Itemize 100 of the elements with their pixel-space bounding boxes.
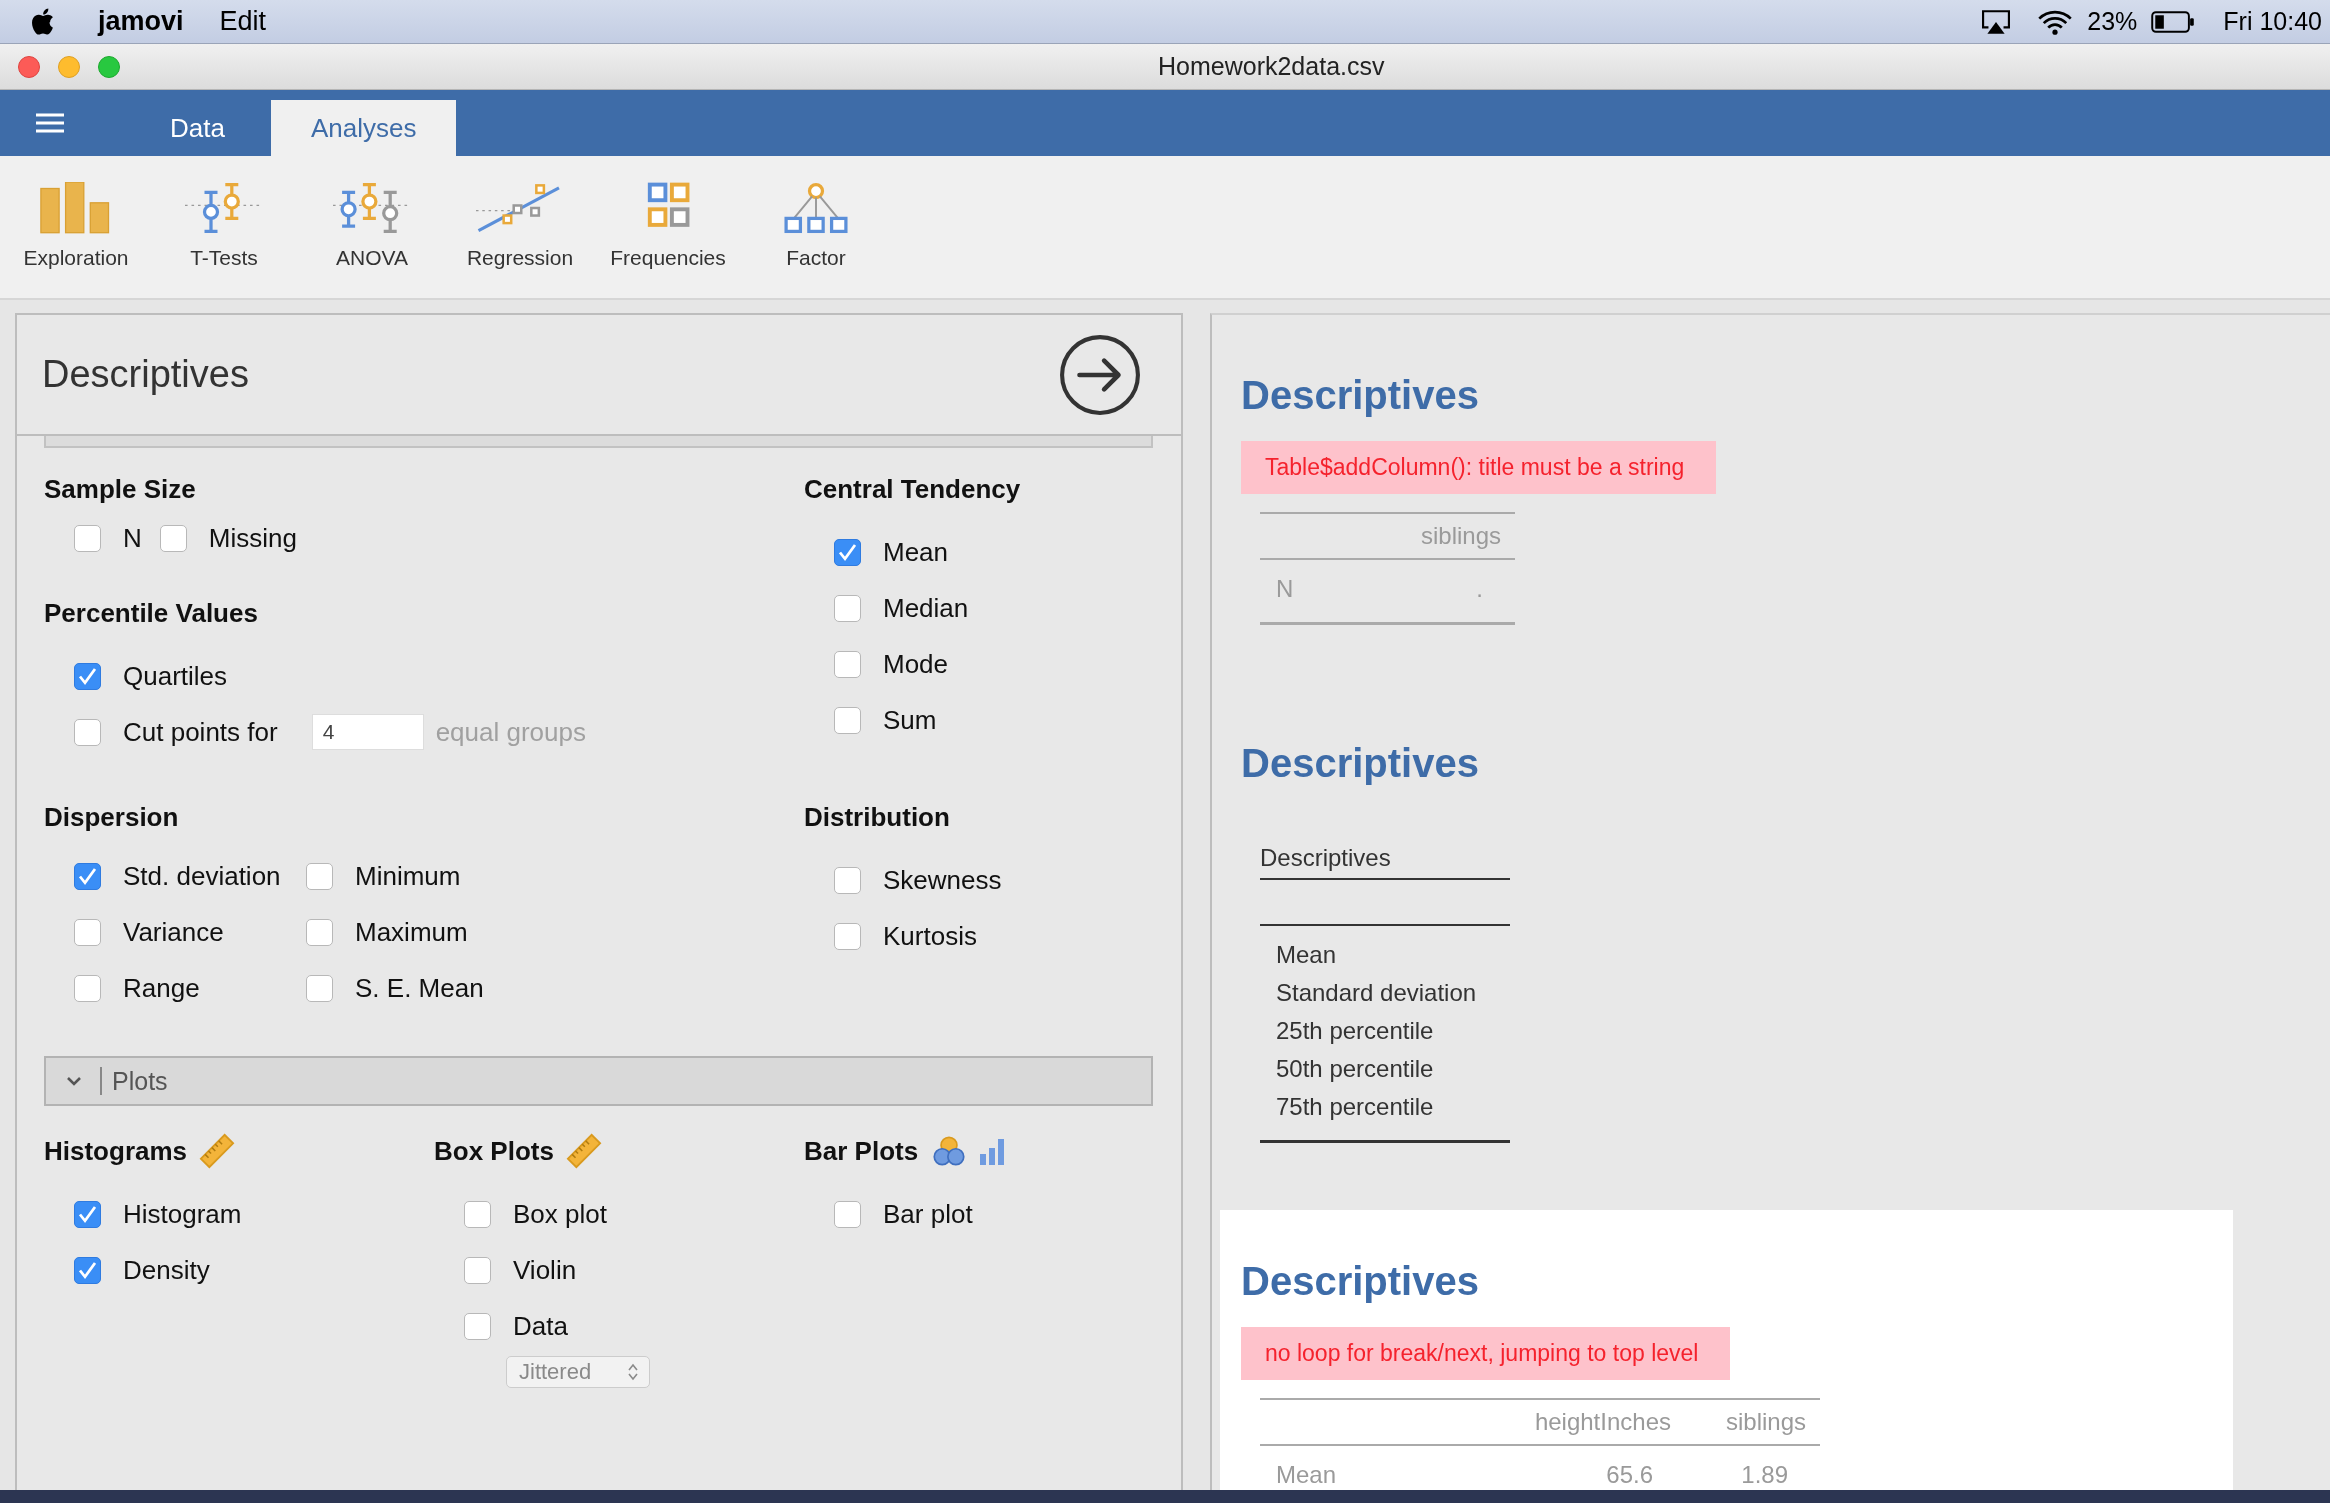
checkbox-label[interactable]: Quartiles [123, 660, 228, 692]
ribbon-button[interactable]: T-Tests [150, 156, 298, 298]
table-title: Descriptives [1260, 843, 1392, 873]
minimize-button[interactable] [58, 55, 80, 78]
checkbox-label[interactable]: Skewness [883, 864, 1002, 896]
section-heading: Central Tendency [804, 473, 1021, 506]
window-title: Homework2data.csv [1158, 52, 1385, 81]
checkbox-label[interactable]: Kurtosis [883, 920, 977, 952]
battery-icon[interactable] [2151, 9, 2196, 34]
apple-logo-icon[interactable] [32, 8, 54, 35]
row-label: Standard deviation [1276, 978, 1478, 1008]
checkbox[interactable] [834, 706, 861, 734]
checkbox-label[interactable]: Cut points for [123, 716, 278, 748]
checkbox-label[interactable]: Sum [883, 704, 937, 736]
checkbox[interactable] [834, 650, 861, 678]
checkbox-label[interactable]: Std. deviation [123, 860, 281, 892]
close-button[interactable] [18, 55, 40, 78]
checkbox[interactable] [74, 662, 101, 690]
result-card[interactable]: Descriptives Table$addColumn(): title must be a string siblings N . [1220, 324, 2233, 692]
row-label: 75th percentile [1276, 1092, 1435, 1122]
section-heading: Distribution [804, 801, 950, 834]
arrow-right-circle-icon[interactable] [1059, 333, 1141, 416]
checkbox[interactable] [74, 1200, 101, 1228]
result-heading: Descriptives [1241, 372, 1479, 419]
ribbon-button[interactable]: Exploration [2, 156, 150, 298]
number-field[interactable]: 4 [311, 714, 424, 750]
checkbox-label[interactable]: Range [123, 972, 200, 1004]
circles-icon [932, 1134, 967, 1168]
column-header: heightInches [1533, 1408, 1671, 1436]
checkbox-label[interactable]: S. E. Mean [355, 972, 484, 1004]
checkbox-label[interactable]: Bar plot [883, 1198, 973, 1230]
checkbox[interactable] [74, 918, 101, 946]
checkbox[interactable] [464, 1312, 491, 1340]
checkbox-label[interactable]: Violin [513, 1254, 577, 1286]
checkbox[interactable] [464, 1256, 491, 1284]
checkbox[interactable] [306, 918, 333, 946]
checkbox[interactable] [834, 538, 861, 566]
ribbon-button[interactable]: Factor [742, 156, 890, 298]
checkbox-label[interactable]: Mean [883, 536, 949, 568]
tab[interactable]: Data [130, 100, 265, 156]
checkbox[interactable] [834, 922, 861, 950]
section-heading: Percentile Values [44, 597, 258, 630]
checkbox[interactable] [834, 1200, 861, 1228]
checkbox-label[interactable]: Variance [123, 916, 224, 948]
section-heading: Histograms [44, 1135, 188, 1168]
table-cell-text: . [1475, 574, 1484, 604]
row-label: N [1276, 574, 1295, 604]
ribbon-button[interactable]: ANOVA [298, 156, 446, 298]
error-message: no loop for break/next, jumping to top level [1241, 1327, 1731, 1380]
checkbox-label[interactable]: Data [513, 1310, 568, 1342]
checkbox-label[interactable]: Minimum [355, 860, 461, 892]
checkbox-label[interactable]: Missing [208, 522, 297, 554]
checkbox-label[interactable]: Mode [883, 648, 949, 680]
collapsible-header[interactable]: Plots [44, 1056, 1153, 1106]
checkbox[interactable] [306, 974, 333, 1002]
checkbox[interactable] [306, 862, 333, 890]
result-heading: Descriptives [1241, 740, 1479, 787]
menu-icon[interactable] [34, 111, 66, 135]
menu-item[interactable]: Edit [219, 6, 267, 37]
zoom-button[interactable] [98, 55, 120, 78]
error-message: Table$addColumn(): title must be a string [1241, 441, 1717, 494]
field-suffix: equal groups [435, 716, 586, 748]
section-heading: Bar Plots [804, 1135, 919, 1168]
checkbox-label[interactable]: Box plot [513, 1198, 607, 1230]
panel-title: Descriptives [42, 353, 249, 396]
ribbon-button[interactable]: Regression [446, 156, 594, 298]
result-heading: Descriptives [1241, 1258, 1479, 1305]
checkbox[interactable] [834, 594, 861, 622]
section-heading: Dispersion [44, 801, 179, 834]
row-label: 50th percentile [1276, 1054, 1435, 1084]
column-header: siblings [1419, 522, 1501, 550]
checkbox-label[interactable]: Median [883, 592, 969, 624]
clock: Fri 10:40 [2223, 7, 2322, 36]
ribbon-button[interactable]: Frequencies [594, 156, 742, 298]
checkbox[interactable] [464, 1200, 491, 1228]
up-down-arrows-icon [627, 1362, 639, 1382]
checkbox-label[interactable]: Density [123, 1254, 210, 1286]
tab[interactable]: Analyses [270, 100, 457, 156]
section-heading: Sample Size [44, 473, 196, 506]
row-label: Mean [1276, 1460, 1338, 1490]
table-cell-text: 1.89 [1740, 1460, 1789, 1490]
checkbox[interactable] [74, 862, 101, 890]
row-label: Mean [1276, 940, 1338, 970]
checkbox[interactable] [74, 1256, 101, 1284]
row-label: 25th percentile [1276, 1016, 1435, 1046]
section-heading: Box Plots [434, 1135, 554, 1168]
checkbox[interactable] [74, 524, 101, 552]
checkbox-label[interactable]: N [123, 522, 142, 554]
app-menu[interactable]: jamovi [98, 6, 184, 37]
table-cell-text: 65.6 [1605, 1460, 1654, 1490]
result-card[interactable]: Descriptives Descriptives Mean Standard deviation 25th percentile 50th percentile 75th percentile [1220, 692, 2233, 1210]
checkbox[interactable] [159, 524, 187, 552]
battery-percentage: 23% [2087, 7, 2138, 36]
column-header: siblings [1724, 1408, 1806, 1436]
checkbox-label[interactable]: Maximum [355, 916, 468, 948]
result-card[interactable]: Descriptives no loop for break/next, jumping to top level heightInches siblings Mean 65.6 1.89 [1220, 1210, 2233, 1490]
checkbox[interactable] [834, 866, 861, 894]
checkbox-label[interactable]: Histogram [123, 1198, 242, 1230]
checkbox[interactable] [74, 718, 101, 746]
checkbox[interactable] [74, 974, 101, 1002]
